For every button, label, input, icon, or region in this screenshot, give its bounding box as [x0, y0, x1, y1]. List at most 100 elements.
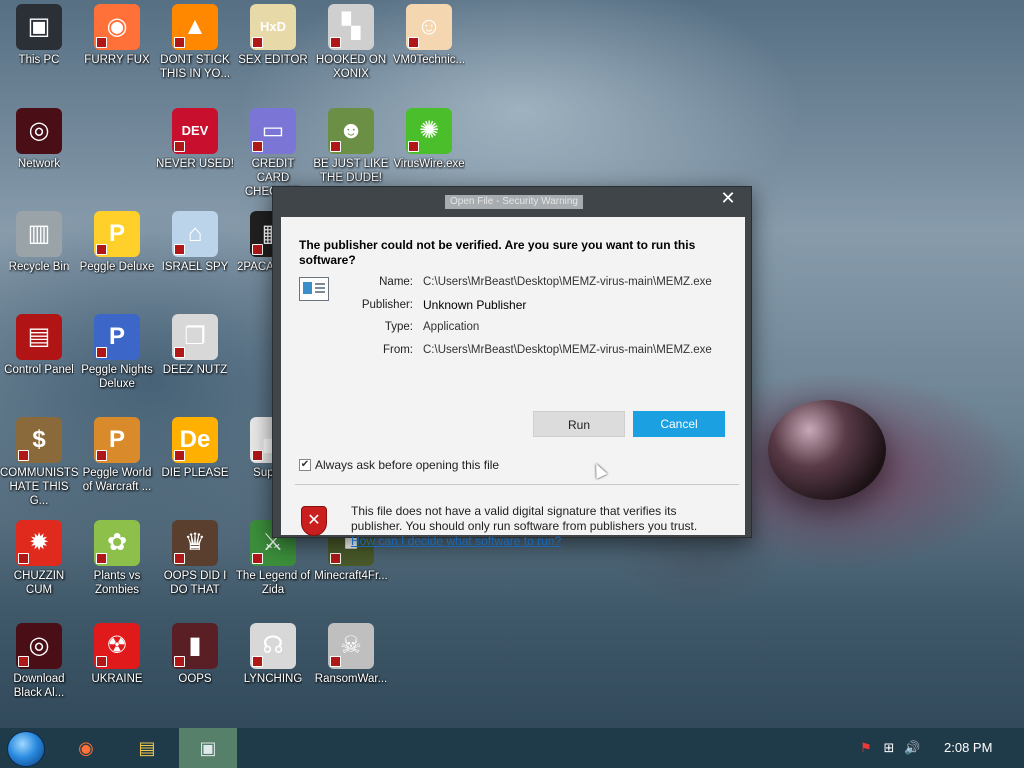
shortcut-badge-icon [330, 656, 341, 667]
desktop-icon[interactable]: ♛ OOPS DID I DO THAT [156, 520, 234, 597]
desktop-icon-label: Peggle Deluxe [79, 261, 155, 273]
shortcut-badge-icon [408, 141, 419, 152]
shortcut-badge-icon [330, 141, 341, 152]
taskbar-app-security-dialog[interactable]: ▣ [179, 728, 237, 768]
desktop-icon[interactable]: ☠ RansomWar... [312, 623, 390, 686]
desktop-icon[interactable]: ▥ Recycle Bin [0, 211, 78, 274]
dev-cpp-icon: DEV [172, 108, 218, 154]
shortcut-badge-icon [174, 37, 185, 48]
windows-stack-icon: ❐ [172, 314, 218, 360]
desktop-icon-label: CHUZZIN CUM [13, 570, 65, 596]
volume-icon[interactable]: 🔊 [904, 740, 920, 756]
recycle-bin-icon: ▥ [16, 211, 62, 257]
shortcut-badge-icon [252, 141, 263, 152]
dialog-headline: The publisher could not be verified. Are… [299, 238, 696, 267]
network-spy-icon: ⌂ [172, 211, 218, 257]
from-value: C:\Users\MrBeast\Desktop\MEMZ-virus-main… [423, 344, 712, 356]
desktop-icon-label: DEEZ NUTZ [162, 364, 228, 376]
network-icon: ◎ [16, 108, 62, 154]
desktop-icon[interactable]: ◎ Network [0, 108, 78, 171]
desktop-icon[interactable]: ☢ UKRAINE [78, 623, 156, 686]
close-icon[interactable]: ✕ [719, 189, 737, 207]
always-ask-label[interactable]: Always ask before opening this file [315, 458, 499, 472]
always-ask-row[interactable]: ✔ Always ask before opening this file [299, 458, 499, 472]
shortcut-badge-icon [252, 450, 263, 461]
desktop-icon-label: SEX EDITOR [238, 54, 308, 66]
warning-text: This file does not have a valid digital … [351, 504, 698, 533]
run-button[interactable]: Run [533, 411, 625, 437]
desktop-icon-label: OOPS [178, 673, 212, 685]
shortcut-badge-icon [174, 553, 185, 564]
dude-icon: ☻ [328, 108, 374, 154]
desktop-icon[interactable]: ▮ OOPS [156, 623, 234, 686]
rope-icon: ☊ [250, 623, 296, 669]
start-button[interactable] [7, 731, 45, 767]
desktop-icon[interactable]: ☊ LYNCHING [234, 623, 312, 686]
type-value: Application [423, 321, 480, 333]
separator [295, 484, 739, 485]
shortcut-badge-icon [174, 656, 185, 667]
shortcut-badge-icon [96, 450, 107, 461]
control-panel-icon: ▤ [16, 314, 62, 360]
desktop-icon[interactable]: DEV NEVER USED! [156, 108, 234, 171]
desktop-icon-label: Peggle Nights Deluxe [81, 364, 153, 390]
desktop-icon-label: Network [17, 158, 61, 170]
shortcut-badge-icon [96, 347, 107, 358]
desktop-icon-label: COMMUNISTS HATE THIS G... [0, 467, 78, 507]
doctor-icon: ☺ [406, 4, 452, 50]
radiation-icon: ☢ [94, 623, 140, 669]
lime-icon: ✺ [406, 108, 452, 154]
application-file-icon [299, 277, 329, 301]
desktop-icon-label: Download Black Al... [13, 673, 65, 699]
desktop-icon[interactable]: ☻ BE JUST LIKE THE DUDE! [312, 108, 390, 185]
desktop-icon[interactable]: ◎ Download Black Al... [0, 623, 78, 700]
desktop-icon[interactable]: ✹ CHUZZIN CUM [0, 520, 78, 597]
taskbar-app-firefox[interactable]: ◉ [57, 728, 115, 768]
always-ask-checkbox[interactable]: ✔ [299, 459, 311, 471]
desktop-icon-label: HOOKED ON XONIX [315, 54, 387, 80]
desktop-icon-label: This PC [18, 54, 60, 66]
desktop-icon[interactable]: ◉ FURRY FUX [78, 4, 156, 67]
desktop-icon[interactable]: P Peggle Nights Deluxe [78, 314, 156, 391]
money-bag-icon: $ [16, 417, 62, 463]
help-link[interactable]: How can I decide what software to run? [351, 534, 561, 548]
shortcut-badge-icon [174, 244, 185, 255]
desktop-icon-label: VM0Technic... [392, 54, 466, 66]
computer-icon: ▣ [16, 4, 62, 50]
wallpaper-water-drop [768, 400, 886, 500]
clock[interactable]: 2:08 PM [944, 740, 992, 756]
desktop-icon[interactable]: ❐ DEEZ NUTZ [156, 314, 234, 377]
desktop-icon[interactable]: HxD SEX EDITOR [234, 4, 312, 67]
taskbar: ◉ ▤ ▣ ⚑ ⊞ 🔊 2:08 PM [0, 728, 1024, 768]
shortcut-badge-icon [96, 656, 107, 667]
credit-card-icon: ▭ [250, 108, 296, 154]
desktop-icon[interactable]: De DIE PLEASE [156, 417, 234, 480]
shortcut-badge-icon [330, 553, 341, 564]
desktop-icon[interactable]: ⌂ ISRAEL SPY [156, 211, 234, 274]
xonix-game-icon: ▚ [328, 4, 374, 50]
desktop-icon[interactable]: ✿ Plants vs Zombies [78, 520, 156, 597]
desktop-icon[interactable]: ▲ DONT STICK THIS IN YO... [156, 4, 234, 81]
shortcut-badge-icon [96, 244, 107, 255]
shield-error-icon: ✕ [301, 506, 327, 536]
vlc-cone-icon: ▲ [172, 4, 218, 50]
desktop-icon-label: Minecraft4Fr... [314, 570, 388, 582]
shortcut-badge-icon [252, 553, 263, 564]
desktop-icon[interactable]: ▤ Control Panel [0, 314, 78, 377]
taskbar-app-file-explorer[interactable]: ▤ [118, 728, 176, 768]
action-center-flag-icon[interactable]: ⚑ [858, 740, 874, 756]
desktop-icon[interactable]: ▚ HOOKED ON XONIX [312, 4, 390, 81]
shortcut-badge-icon [330, 37, 341, 48]
desktop-icon[interactable]: $ COMMUNISTS HATE THIS G... [0, 417, 78, 508]
desktop-icon[interactable]: ▣ This PC [0, 4, 78, 67]
desktop-icon-label: RansomWar... [314, 673, 388, 685]
chuzzle-icon: ✹ [16, 520, 62, 566]
download-orb-icon: ◎ [16, 623, 62, 669]
network-icon[interactable]: ⊞ [881, 740, 897, 756]
desktop-icon[interactable]: P Peggle World of Warcraft ... [78, 417, 156, 494]
desktop-icon-label: ISRAEL SPY [161, 261, 229, 273]
cancel-button[interactable]: Cancel [633, 411, 725, 437]
desktop-icon[interactable]: ✺ VirusWire.exe [390, 108, 468, 171]
desktop-icon[interactable]: ☺ VM0Technic... [390, 4, 468, 67]
desktop-icon[interactable]: P Peggle Deluxe [78, 211, 156, 274]
